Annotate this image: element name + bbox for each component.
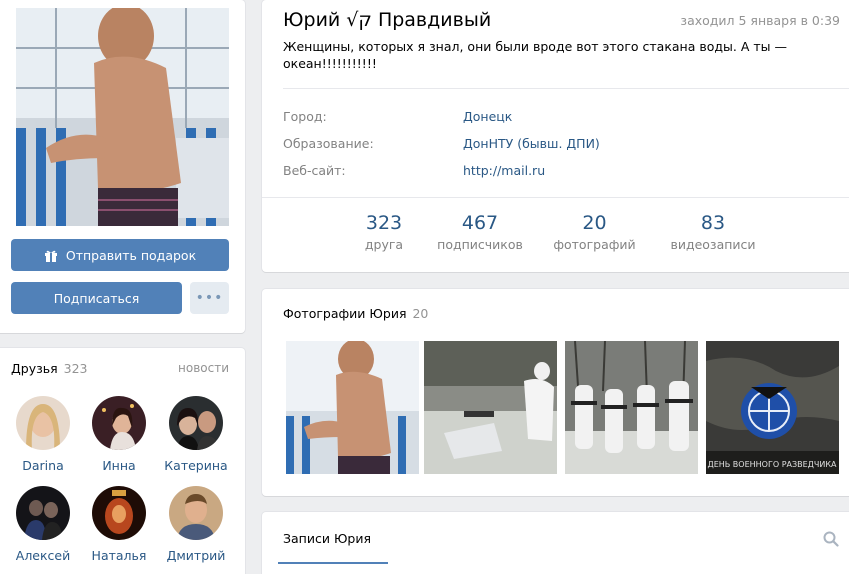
last-seen: заходил 5 января в 0:39 (680, 13, 840, 28)
friend-item[interactable]: Darina (7, 396, 79, 473)
profile-info-card: Юрий √ק Правдивый заходил 5 января в 0:3… (262, 0, 849, 272)
send-gift-label: Отправить подарок (65, 247, 197, 263)
subscribe-button[interactable]: Подписаться (11, 282, 182, 314)
counter-friends[interactable]: 323 друга (344, 212, 424, 252)
counter-photos[interactable]: 20 фотографий (547, 212, 642, 252)
friend-name[interactable]: Наталья (83, 548, 155, 563)
friend-avatar[interactable] (16, 396, 70, 450)
friend-item[interactable]: Дмитрий (160, 486, 232, 563)
photo-thumb[interactable] (424, 341, 557, 474)
page-title: Юрий √ק Правдивый (283, 9, 492, 31)
active-tab-underline (278, 562, 388, 564)
subscribe-label: Подписаться (53, 290, 140, 306)
friend-name[interactable]: Алексей (7, 548, 79, 563)
photo-thumb[interactable]: ДЕНЬ ВОЕННОГО РАЗВЕДЧИКА (706, 341, 839, 474)
divider (262, 197, 849, 198)
gift-icon (44, 250, 57, 262)
friend-avatar[interactable] (92, 486, 146, 540)
friend-avatar[interactable] (169, 396, 223, 450)
counter-number: 323 (365, 212, 403, 234)
friends-header: Друзья 323 новости (11, 361, 229, 376)
wall-block: Записи Юрия (262, 512, 849, 574)
counter-label: подписчиков (437, 237, 523, 252)
counter-label: видеозаписи (670, 237, 756, 252)
friend-item[interactable]: Наталья (83, 486, 155, 563)
friend-name[interactable]: Катерина (160, 458, 232, 473)
photos-title[interactable]: Фотографии Юрия (283, 306, 406, 321)
counter-followers[interactable]: 467 подписчиков (430, 212, 530, 252)
counter-label: фотографий (553, 237, 636, 252)
profile-avatar-card: Отправить подарок Подписаться ••• (0, 0, 245, 333)
friend-avatar[interactable] (16, 486, 70, 540)
friend-avatar[interactable] (169, 486, 223, 540)
photos-block: Фотографии Юрия 20 ДЕНЬ ВОЕННОГО РАЗВЕДЧИ… (262, 289, 849, 496)
counter-number: 83 (700, 212, 726, 234)
friend-name[interactable]: Darina (7, 458, 79, 473)
counter-number: 20 (582, 212, 607, 234)
profile-status[interactable]: Женщины, которых я знал, они были вроде … (283, 38, 803, 72)
friend-item[interactable]: Катерина (160, 396, 232, 473)
tab-wall-posts[interactable]: Записи Юрия (283, 531, 371, 546)
friend-item[interactable]: Алексей (7, 486, 79, 563)
friends-count: 323 (63, 361, 88, 376)
divider (283, 88, 849, 89)
friends-block: Друзья 323 новости Darina Инна Катерина А… (0, 348, 245, 574)
info-label: Город: (283, 109, 327, 124)
info-row-education: Образование: ДонНТУ (бывш. ДПИ) (283, 136, 600, 151)
photo-thumb[interactable] (565, 341, 698, 474)
counter-videos[interactable]: 83 видеозаписи (663, 212, 763, 252)
send-gift-button[interactable]: Отправить подарок (11, 239, 229, 271)
profile-avatar[interactable] (16, 8, 229, 226)
info-label: Веб-сайт: (283, 163, 346, 178)
photos-header: Фотографии Юрия 20 (283, 306, 428, 321)
search-icon[interactable] (823, 531, 839, 547)
friend-item[interactable]: Инна (83, 396, 155, 473)
banner-caption: ДЕНЬ ВОЕННОГО РАЗВЕДЧИКА (707, 460, 837, 469)
info-value-link[interactable]: http://mail.ru (463, 163, 545, 178)
photos-count: 20 (412, 306, 429, 321)
friend-name[interactable]: Инна (83, 458, 155, 473)
info-value-link[interactable]: ДонНТУ (бывш. ДПИ) (463, 136, 600, 151)
friends-title[interactable]: Друзья (11, 361, 58, 376)
more-actions-button[interactable]: ••• (190, 282, 229, 314)
friend-avatar[interactable] (92, 396, 146, 450)
info-row-city: Город: Донецк (283, 109, 512, 124)
counter-number: 467 (461, 212, 499, 234)
info-row-website: Веб-сайт: http://mail.ru (283, 163, 545, 178)
photo-thumb[interactable] (286, 341, 419, 474)
more-dots-icon: ••• (195, 290, 224, 306)
friends-news-link[interactable]: новости (178, 361, 229, 376)
friend-name[interactable]: Дмитрий (160, 548, 232, 563)
info-value-link[interactable]: Донецк (463, 109, 512, 124)
counter-label: друга (364, 237, 404, 252)
info-label: Образование: (283, 136, 374, 151)
